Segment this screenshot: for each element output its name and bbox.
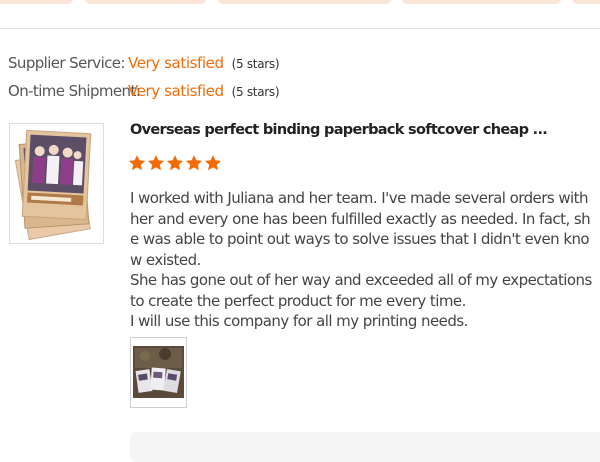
- star-icon: [166, 155, 184, 171]
- tab-chip[interactable]: [572, 0, 600, 4]
- review-paragraph: I will use this company for all my print…: [130, 312, 468, 330]
- rating-value: Very satisfied: [128, 82, 224, 100]
- rating-supplier-service: Supplier Service: Very satisfied (5 star…: [8, 54, 280, 76]
- star-icon: [128, 155, 146, 171]
- tab-chip[interactable]: [85, 0, 206, 4]
- divider: [0, 28, 600, 29]
- star-icon: [185, 155, 203, 171]
- rating-label: On-time Shipment:: [8, 82, 141, 100]
- product-thumbnail[interactable]: [9, 123, 104, 244]
- tab-chip[interactable]: [402, 0, 561, 4]
- review-photo-image: [131, 338, 186, 407]
- review-product-title[interactable]: Overseas perfect binding paperback softc…: [130, 122, 590, 138]
- product-thumbnail-image: [10, 124, 103, 243]
- review-paragraph: She has gone out of her way and exceeded…: [130, 271, 592, 310]
- tab-chip[interactable]: [218, 0, 391, 4]
- rating-value: Very satisfied: [128, 54, 224, 72]
- review-star-rating: [128, 154, 222, 176]
- rating-on-time-shipment: On-time Shipment: Very satisfied (5 star…: [8, 82, 280, 104]
- rating-label: Supplier Service:: [8, 54, 125, 72]
- top-tab-bar: [0, 0, 600, 8]
- tab-chip[interactable]: [0, 0, 73, 4]
- star-icon: [147, 155, 165, 171]
- review-photo-thumbnail[interactable]: [130, 337, 187, 408]
- rating-stars-count: (5 stars): [231, 57, 280, 71]
- rating-stars-count: (5 stars): [231, 85, 280, 99]
- review-paragraph: I worked with Juliana and her team. I've…: [130, 189, 591, 269]
- star-icon: [204, 155, 222, 171]
- review-body: I worked with Juliana and her team. I've…: [130, 188, 596, 332]
- reply-area: [130, 432, 600, 462]
